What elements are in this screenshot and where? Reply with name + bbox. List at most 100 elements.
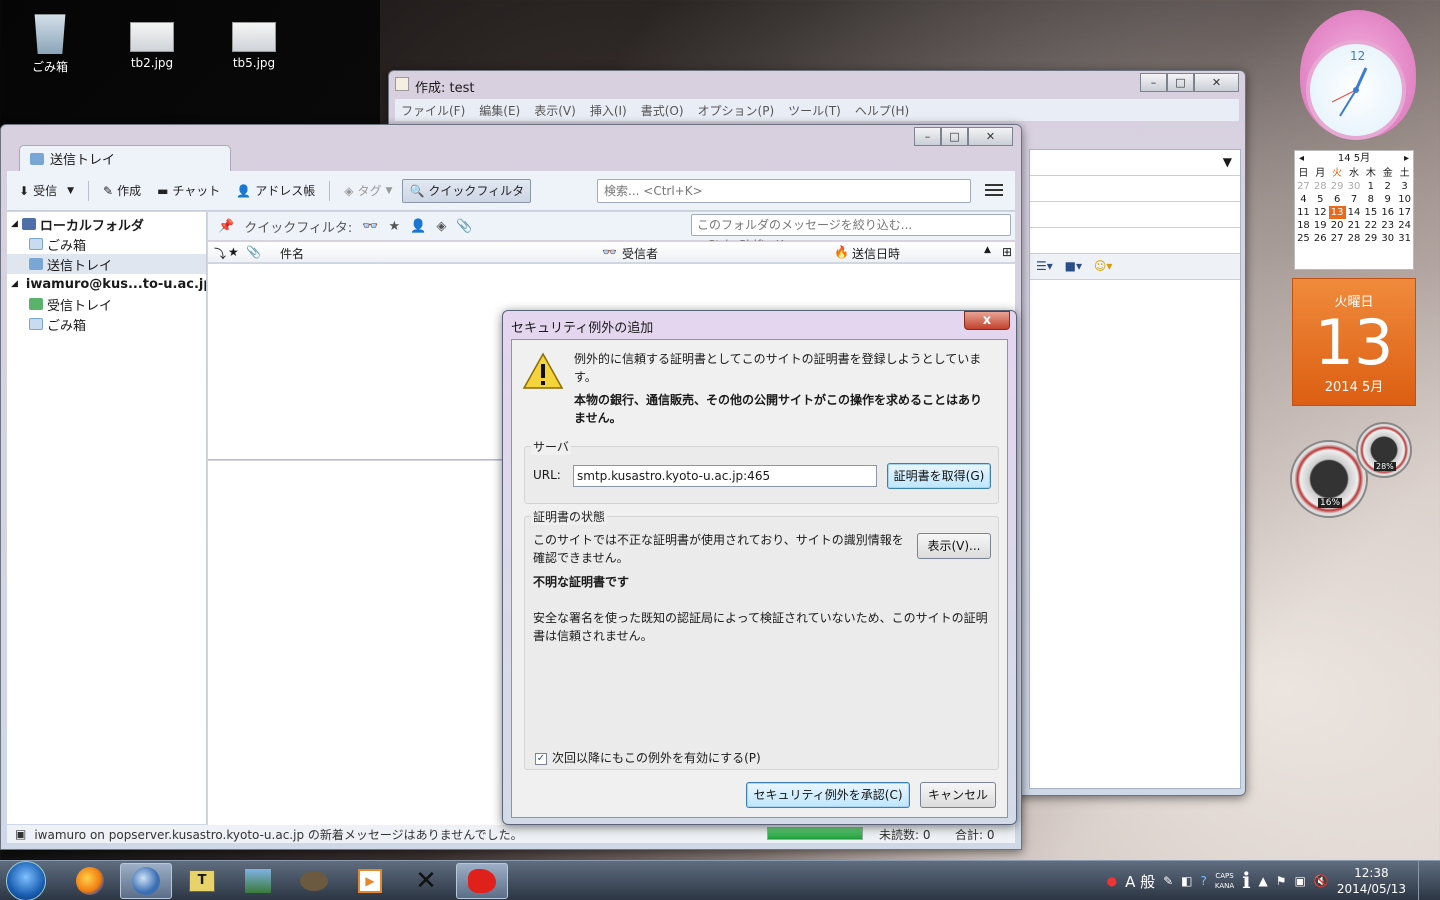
- network-status-icon[interactable]: ▣: [1295, 874, 1306, 888]
- calendar-day[interactable]: 20: [1329, 219, 1346, 232]
- calendar-day[interactable]: 23: [1379, 219, 1396, 232]
- junk-column-icon[interactable]: 🔥: [834, 245, 849, 259]
- next-month-icon[interactable]: ▸: [1404, 151, 1409, 167]
- start-button[interactable]: [6, 860, 46, 900]
- show-hidden-icons[interactable]: ▲: [1259, 874, 1268, 888]
- action-center-flag-icon[interactable]: ⚑: [1276, 874, 1287, 888]
- insert-icon[interactable]: ■▾: [1065, 259, 1082, 273]
- cancel-button[interactable]: キャンセル: [920, 782, 996, 808]
- starred-filter-icon[interactable]: ★: [389, 219, 401, 234]
- calendar-today-card[interactable]: 火曜日 13 2014 5月: [1292, 278, 1416, 406]
- close-button[interactable]: ✕: [968, 127, 1013, 146]
- taskbar-thunderbird[interactable]: [120, 862, 172, 899]
- folder-inbox[interactable]: 受信トレイ: [7, 294, 206, 314]
- calendar-day[interactable]: 31: [1396, 232, 1413, 245]
- header-field[interactable]: [1030, 176, 1240, 202]
- folder-account[interactable]: ◢ iwamuro@kus...to-u.ac.jp: [7, 274, 206, 294]
- menu-edit[interactable]: 編集(E): [479, 102, 520, 119]
- compose-body[interactable]: ▼ ☰▾ ■▾ ☺▾: [1029, 149, 1241, 789]
- calendar-day[interactable]: 5: [1312, 193, 1329, 206]
- ime-mode-indicator[interactable]: A 般: [1125, 871, 1155, 892]
- quick-filter-input[interactable]: このフォルダのメッセージを絞り込む... <Ctrl+Shift+K>: [691, 214, 1011, 252]
- taskbar-x11[interactable]: ✕: [400, 863, 452, 899]
- get-certificate-button[interactable]: 証明書を取得(G): [887, 463, 991, 489]
- calendar-day[interactable]: 19: [1312, 219, 1329, 232]
- menu-insert[interactable]: 挿入(I): [590, 102, 627, 119]
- confirm-exception-button[interactable]: セキュリティ例外を承認(C): [746, 782, 910, 808]
- taskbar-splat[interactable]: [456, 862, 508, 899]
- help-icon[interactable]: ?: [1201, 874, 1207, 888]
- calendar-day[interactable]: 14: [1346, 206, 1363, 219]
- ime-tools-icon[interactable]: ✎: [1163, 874, 1173, 888]
- menu-options[interactable]: オプション(P): [698, 102, 775, 119]
- menu-tools[interactable]: ツール(T): [788, 102, 841, 119]
- address-book-button[interactable]: 👤 アドレス帳: [230, 180, 321, 201]
- align-icon[interactable]: ☰▾: [1036, 259, 1053, 273]
- tag-filter-icon[interactable]: ◈: [436, 219, 446, 234]
- calendar-day[interactable]: 6: [1329, 193, 1346, 206]
- folder-outbox[interactable]: 送信トレイ: [7, 254, 206, 274]
- minimize-button[interactable]: –: [914, 127, 941, 146]
- calendar-day[interactable]: 7: [1346, 193, 1363, 206]
- calendar-day[interactable]: 2: [1379, 180, 1396, 193]
- calendar-day[interactable]: 22: [1362, 219, 1379, 232]
- calendar-day[interactable]: 28: [1312, 180, 1329, 193]
- show-desktop-button[interactable]: [1418, 861, 1430, 900]
- maximize-button[interactable]: □: [941, 127, 968, 146]
- read-column-icon[interactable]: 👓: [602, 245, 617, 259]
- taskbar-firefox[interactable]: [64, 863, 116, 899]
- desktop-icon-recycle-bin[interactable]: ごみ箱: [10, 4, 90, 75]
- notification-icon[interactable]: ●: [1107, 874, 1117, 888]
- calendar-day[interactable]: 15: [1362, 206, 1379, 219]
- clock-gadget[interactable]: 12: [1296, 10, 1420, 140]
- close-button[interactable]: ✕: [1194, 73, 1239, 92]
- calendar-gadget[interactable]: ◂ 14 5月 ▸ 日 月 火 水 木 金 土 27 28 29 30 1 2 …: [1292, 150, 1416, 406]
- calendar-day[interactable]: 10: [1396, 193, 1413, 206]
- calendar-day[interactable]: 3: [1396, 180, 1413, 193]
- write-button[interactable]: ✎ 作成: [97, 180, 147, 201]
- app-menu-icon[interactable]: [983, 181, 1005, 199]
- thread-column-icon[interactable]: ⤵: [214, 245, 226, 262]
- taskbar-mediaplayer[interactable]: ▶: [344, 863, 396, 899]
- prev-month-icon[interactable]: ◂: [1299, 151, 1304, 167]
- tag-button[interactable]: ◈ タグ ▼: [338, 180, 398, 201]
- calendar-day[interactable]: 18: [1295, 219, 1312, 232]
- dialog-close-button[interactable]: x: [964, 311, 1010, 330]
- column-date[interactable]: 送信日時: [852, 245, 900, 262]
- star-column-icon[interactable]: ★: [228, 245, 239, 259]
- calendar-day[interactable]: 17: [1396, 206, 1413, 219]
- calendar-day[interactable]: 29: [1362, 232, 1379, 245]
- calendar-day[interactable]: 9: [1379, 193, 1396, 206]
- calendar-day[interactable]: 24: [1396, 219, 1413, 232]
- dropdown-arrow-icon[interactable]: ▼: [1030, 150, 1240, 176]
- menu-help[interactable]: ヘルプ(H): [855, 102, 909, 119]
- calendar-day[interactable]: 12: [1312, 206, 1329, 219]
- calendar-day[interactable]: 16: [1379, 206, 1396, 219]
- folder-trash[interactable]: ごみ箱: [7, 234, 206, 254]
- desktop-icon-tb5[interactable]: tb5.jpg: [214, 4, 294, 70]
- calendar-day[interactable]: 25: [1295, 232, 1312, 245]
- quick-filter-button[interactable]: 🔍 クイックフィルタ: [402, 178, 532, 203]
- calendar-day[interactable]: 29: [1329, 180, 1346, 193]
- minimize-button[interactable]: –: [1140, 73, 1167, 92]
- taskbar-gimp[interactable]: [288, 863, 340, 899]
- attachment-column-icon[interactable]: 📎: [246, 245, 261, 259]
- column-subject[interactable]: 件名: [280, 245, 304, 262]
- cpu-meter-gadget[interactable]: 16% 28%: [1290, 422, 1416, 518]
- input-method-icon[interactable]: ℹ: [1242, 869, 1250, 894]
- unread-filter-icon[interactable]: 👓: [362, 219, 378, 234]
- calendar-day[interactable]: 4: [1295, 193, 1312, 206]
- calendar-day[interactable]: 28: [1346, 232, 1363, 245]
- taskbar-clock[interactable]: 12:38 2014/05/13: [1337, 865, 1406, 897]
- pin-icon[interactable]: 📌: [218, 219, 234, 234]
- smiley-icon[interactable]: ☺▾: [1094, 259, 1113, 273]
- calendar-day[interactable]: 1: [1362, 180, 1379, 193]
- folder-trash-account[interactable]: ごみ箱: [7, 314, 206, 334]
- ime-dictionary-icon[interactable]: ◧: [1181, 874, 1192, 888]
- contact-filter-icon[interactable]: 👤: [410, 219, 426, 234]
- tree-expand-icon[interactable]: ◢: [11, 279, 18, 289]
- column-recipient[interactable]: 受信者: [622, 245, 658, 262]
- folder-local-folders[interactable]: ◢ ローカルフォルダ: [7, 214, 206, 234]
- calendar-day[interactable]: 30: [1379, 232, 1396, 245]
- maximize-button[interactable]: □: [1167, 73, 1194, 92]
